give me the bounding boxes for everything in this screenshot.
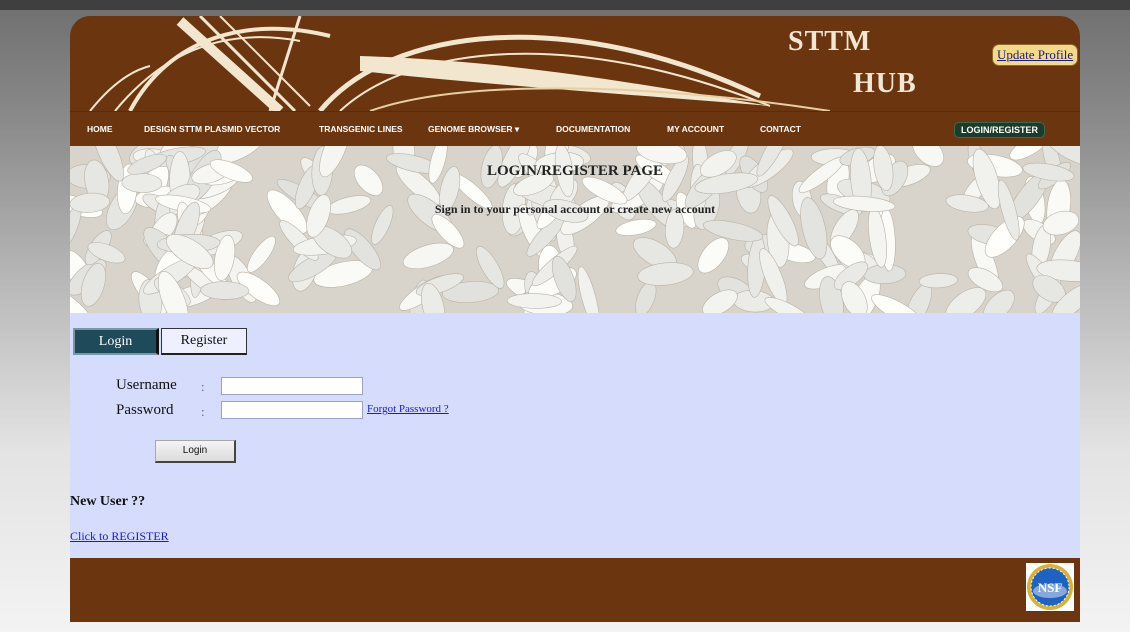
- page-container: STTM HUB Update Profile HOME DESIGN STTM…: [70, 16, 1080, 622]
- page-subtitle: Sign in to your personal account or crea…: [434, 202, 716, 216]
- brand-title-line2: HUB: [853, 68, 917, 99]
- username-label: Username: [116, 377, 177, 393]
- nav-item-genome-browser[interactable]: GENOME BROWSER ▾: [428, 112, 519, 147]
- browser-top-strip: [0, 0, 1130, 10]
- nav-item-contact[interactable]: CONTACT: [760, 112, 801, 147]
- tab-login[interactable]: Login: [73, 328, 159, 355]
- forgot-password-link[interactable]: Forgot Password ?: [367, 403, 449, 415]
- username-input[interactable]: [221, 377, 363, 395]
- username-separator: :: [201, 379, 205, 394]
- nav-item-transgenic-lines[interactable]: TRANSGENIC LINES: [319, 112, 403, 147]
- update-profile-button[interactable]: Update Profile: [992, 44, 1079, 66]
- rice-banner: LOGIN/REGISTER PAGE Sign in to your pers…: [70, 146, 1080, 313]
- site-footer: NSF: [70, 558, 1080, 622]
- nsf-seal-icon: NSF: [1027, 564, 1073, 610]
- password-label: Password: [116, 402, 174, 418]
- login-submit-button[interactable]: Login: [155, 440, 236, 463]
- click-to-register-link[interactable]: Click to REGISTER: [70, 529, 169, 544]
- page-title: LOGIN/REGISTER PAGE: [486, 163, 663, 179]
- nsf-logo-text: NSF: [1038, 580, 1063, 595]
- header-swoosh-graphic: [89, 16, 831, 111]
- password-input[interactable]: [221, 401, 363, 419]
- nav-item-design-plasmid[interactable]: DESIGN STTM PLASMID VECTOR: [144, 112, 280, 147]
- site-header: STTM HUB Update Profile: [70, 16, 1080, 111]
- nav-login-register-button[interactable]: LOGIN/REGISTER: [954, 122, 1046, 138]
- nsf-logo: NSF: [1026, 563, 1074, 611]
- main-nav: HOME DESIGN STTM PLASMID VECTOR TRANSGEN…: [70, 111, 1080, 147]
- nav-item-my-account[interactable]: MY ACCOUNT: [667, 112, 724, 147]
- password-separator: :: [201, 404, 205, 419]
- nav-item-home[interactable]: HOME: [87, 112, 113, 147]
- login-panel: Login Register Username : Password : For…: [70, 313, 1080, 558]
- tab-register[interactable]: Register: [161, 328, 247, 355]
- brand-title-line1: STTM: [788, 26, 872, 57]
- nav-item-documentation[interactable]: DOCUMENTATION: [556, 112, 630, 147]
- new-user-heading: New User ??: [70, 494, 146, 509]
